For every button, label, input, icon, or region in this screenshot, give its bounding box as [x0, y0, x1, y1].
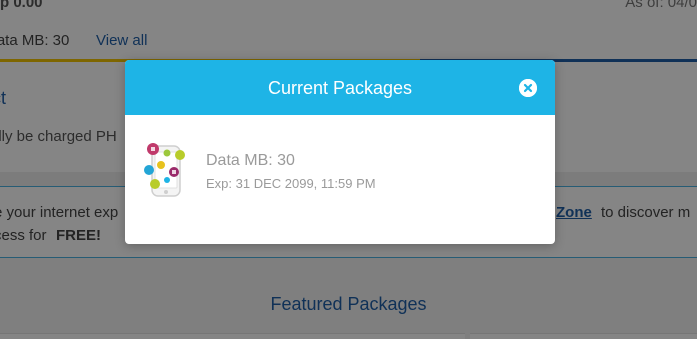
modal-title: Current Packages	[267, 78, 413, 98]
modal-header: Current Packages	[125, 60, 555, 115]
phone-apps-icon	[143, 140, 191, 202]
page: p 0.00 As of: 04/0 Data MB: 30 View all …	[0, 0, 697, 340]
package-name: Data MB: 30	[206, 152, 295, 169]
close-circle-icon[interactable]	[519, 79, 537, 97]
package-expiry: Exp: 31 DEC 2099, 11:59 PM	[206, 176, 376, 191]
current-packages-modal: Current Packages Data MB: 30 Exp: 31 DEC…	[125, 60, 555, 244]
